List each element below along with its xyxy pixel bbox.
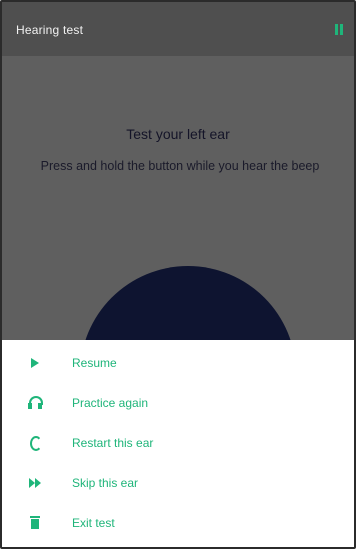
menu-item-label: Exit test: [72, 516, 115, 530]
menu-item-resume[interactable]: Resume: [2, 346, 354, 382]
headphones-icon: [28, 396, 43, 410]
menu-item-label: Resume: [72, 356, 117, 370]
test-instructions: Press and hold the button while you hear…: [40, 159, 320, 173]
trash-icon: [28, 516, 42, 530]
skip-icon: [28, 476, 42, 490]
dimmed-background: Hearing test Test your left ear Press an…: [2, 2, 354, 482]
menu-item-exit-test[interactable]: Exit test: [2, 506, 354, 542]
play-icon: [28, 356, 42, 370]
menu-item-skip-this-ear[interactable]: Skip this ear: [2, 466, 354, 502]
test-heading: Test your left ear: [126, 126, 230, 142]
menu-item-practice-again[interactable]: Practice again: [2, 386, 354, 422]
bottom-sheet-menu: Resume Practice again Restart this ear S…: [2, 340, 354, 547]
page-title: Hearing test: [16, 23, 84, 37]
menu-item-label: Skip this ear: [72, 476, 139, 490]
menu-item-label: Practice again: [72, 396, 149, 410]
pause-icon[interactable]: [334, 24, 344, 35]
app-window: Hearing test Test your left ear Press an…: [0, 0, 356, 549]
menu-item-label: Restart this ear: [72, 436, 154, 450]
ear-icon: [28, 436, 42, 451]
top-app-bar: Hearing test: [2, 2, 354, 56]
menu-item-restart-this-ear[interactable]: Restart this ear: [2, 426, 354, 462]
